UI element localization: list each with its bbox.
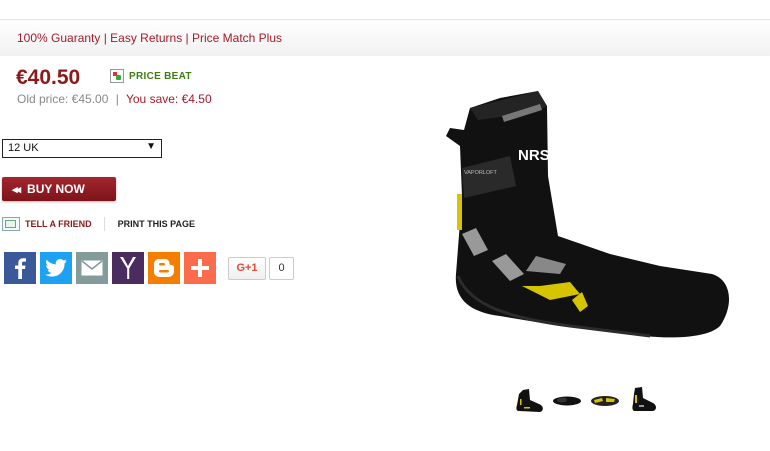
blogger-icon bbox=[154, 259, 174, 277]
yahoo-share-button[interactable] bbox=[112, 252, 144, 284]
you-save: You save: €4.50 bbox=[125, 92, 212, 106]
thumbnail-sole-view[interactable] bbox=[589, 386, 621, 414]
guarantee-bar: 100% Guaranty | Easy Returns | Price Mat… bbox=[0, 20, 770, 56]
blogger-share-button[interactable] bbox=[148, 252, 180, 284]
email-share-button[interactable] bbox=[76, 252, 108, 284]
svg-text:VAPORLOFT: VAPORLOFT bbox=[464, 170, 498, 176]
addthis-share-button[interactable] bbox=[184, 252, 216, 284]
old-price-row: Old price: €45.00 | You save: €4.50 bbox=[17, 92, 212, 106]
current-price: €40.50 bbox=[16, 66, 81, 89]
page-links: TELL A FRIEND PRINT THIS PAGE bbox=[2, 217, 195, 231]
price-beat-link[interactable]: PRICE BEAT bbox=[110, 69, 192, 83]
share-buttons: G+1 0 bbox=[4, 252, 294, 284]
tell-a-friend-link[interactable]: TELL A FRIEND bbox=[25, 219, 92, 229]
thumbnail-back-view[interactable] bbox=[627, 386, 659, 414]
size-select-value: 12 UK bbox=[8, 142, 39, 154]
price-separator: | bbox=[115, 92, 119, 106]
product-thumbnails bbox=[513, 386, 659, 414]
yahoo-icon bbox=[120, 257, 136, 279]
price-beat-icon bbox=[110, 69, 124, 83]
chevron-down-icon: ▼ bbox=[146, 141, 156, 152]
gplus-button[interactable]: G+1 bbox=[228, 256, 266, 280]
svg-text:NRS: NRS bbox=[518, 147, 550, 164]
buy-now-button[interactable]: ◂◂ BUY NOW bbox=[2, 177, 116, 201]
links-divider bbox=[103, 217, 105, 231]
thumbnail-top-view[interactable] bbox=[551, 386, 583, 414]
price-beat-label: PRICE BEAT bbox=[129, 70, 192, 82]
twitter-share-button[interactable] bbox=[40, 252, 72, 284]
plus-icon bbox=[191, 259, 209, 277]
twitter-icon bbox=[45, 259, 67, 277]
product-image[interactable]: VAPORLOFT NRS bbox=[440, 86, 735, 344]
facebook-share-button[interactable] bbox=[4, 252, 36, 284]
tell-friend-icon bbox=[2, 217, 20, 231]
email-icon bbox=[81, 260, 103, 276]
gplus-widget: G+1 0 bbox=[228, 256, 294, 280]
chevrons-icon: ◂◂ bbox=[12, 183, 21, 196]
thumbnail-side-view[interactable] bbox=[513, 386, 545, 414]
size-select[interactable]: 12 UK ▼ bbox=[2, 139, 162, 158]
print-page-link[interactable]: PRINT THIS PAGE bbox=[118, 219, 195, 229]
facebook-icon bbox=[15, 258, 26, 279]
old-price: Old price: €45.00 bbox=[17, 92, 109, 106]
buy-now-label: BUY NOW bbox=[27, 182, 85, 196]
gplus-count: 0 bbox=[269, 256, 294, 280]
